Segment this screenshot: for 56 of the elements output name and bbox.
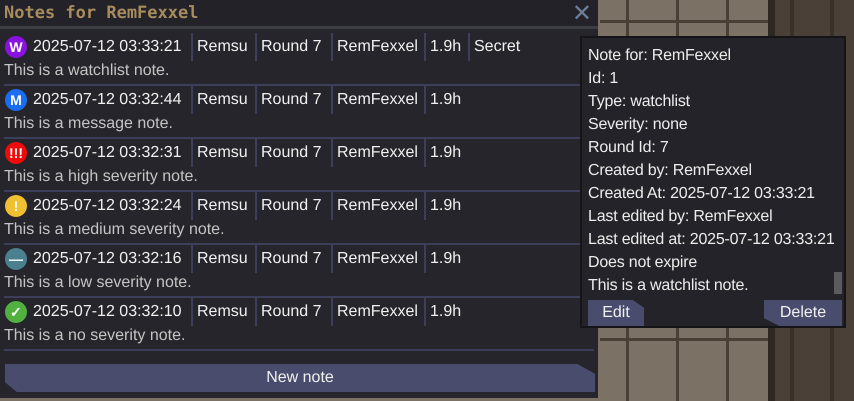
- tooltip-line: Created At: 2025-07-12 03:33:21: [588, 184, 815, 204]
- note-author: Remsu: [191, 298, 255, 326]
- note-target: RemFexxel: [331, 86, 424, 114]
- note-type-badge: —: [5, 248, 27, 270]
- window-title: Notes for RemFexxel: [3, 3, 198, 23]
- note-round: Round 7: [255, 192, 331, 220]
- note-target: RemFexxel: [331, 33, 424, 61]
- tooltip-line: Does not expire: [588, 253, 698, 273]
- note-time: 2025-07-12 03:32:16: [33, 249, 183, 269]
- note-duration: 1.9h: [424, 192, 468, 220]
- note-duration: 1.9h: [424, 298, 468, 326]
- new-note-button[interactable]: New note: [5, 364, 595, 392]
- note-time: 2025-07-12 03:32:44: [33, 90, 183, 110]
- note-round: Round 7: [255, 86, 331, 114]
- tooltip-line: Last edited at: 2025-07-12 03:33:21: [588, 230, 835, 250]
- note-duration: 1.9h: [424, 139, 468, 167]
- tooltip-line: This is a watchlist note.: [588, 276, 748, 296]
- note-type-badge: M: [5, 89, 27, 111]
- note-target: RemFexxel: [331, 139, 424, 167]
- edit-button[interactable]: Edit: [588, 300, 644, 326]
- scrollbar-thumb[interactable]: [834, 272, 842, 294]
- note-round: Round 7: [255, 33, 331, 61]
- note-duration: 1.9h: [424, 33, 468, 61]
- note-round: Round 7: [255, 245, 331, 273]
- note-author: Remsu: [191, 139, 255, 167]
- note-time: 2025-07-12 03:32:24: [33, 196, 183, 216]
- tooltip-line: Severity: none: [588, 115, 688, 135]
- note-target: RemFexxel: [331, 245, 424, 273]
- note-type-badge: W: [5, 36, 27, 58]
- tooltip-line: Id: 1: [588, 69, 618, 89]
- tooltip-line: Type: watchlist: [588, 92, 690, 112]
- note-round: Round 7: [255, 298, 331, 326]
- tooltip-line: Created by: RemFexxel: [588, 161, 752, 181]
- note-author: Remsu: [191, 86, 255, 114]
- note-text: This is a no severity note.: [4, 326, 186, 346]
- note-duration: 1.9h: [424, 86, 468, 114]
- note-type-badge: ✓: [5, 301, 27, 323]
- note-target: RemFexxel: [331, 192, 424, 220]
- note-type-badge: !!!: [5, 142, 27, 164]
- secret-label: Secret: [468, 33, 520, 61]
- tooltip-line: Note for: RemFexxel: [588, 46, 731, 66]
- note-round: Round 7: [255, 139, 331, 167]
- note-type-badge: !: [5, 195, 27, 217]
- tooltip-line: Last edited by: RemFexxel: [588, 207, 772, 227]
- close-button[interactable]: ✕: [566, 0, 598, 26]
- note-time: 2025-07-12 03:33:21: [33, 37, 183, 57]
- note-text: This is a high severity note.: [4, 167, 199, 187]
- note-author: Remsu: [191, 33, 255, 61]
- delete-button[interactable]: Delete: [764, 300, 842, 326]
- note-target: RemFexxel: [331, 298, 424, 326]
- note-author: Remsu: [191, 192, 255, 220]
- tooltip-line: Round Id: 7: [588, 138, 669, 158]
- note-time: 2025-07-12 03:32:31: [33, 143, 183, 163]
- note-time: 2025-07-12 03:32:10: [33, 302, 183, 322]
- note-author: Remsu: [191, 245, 255, 273]
- note-duration: 1.9h: [424, 245, 468, 273]
